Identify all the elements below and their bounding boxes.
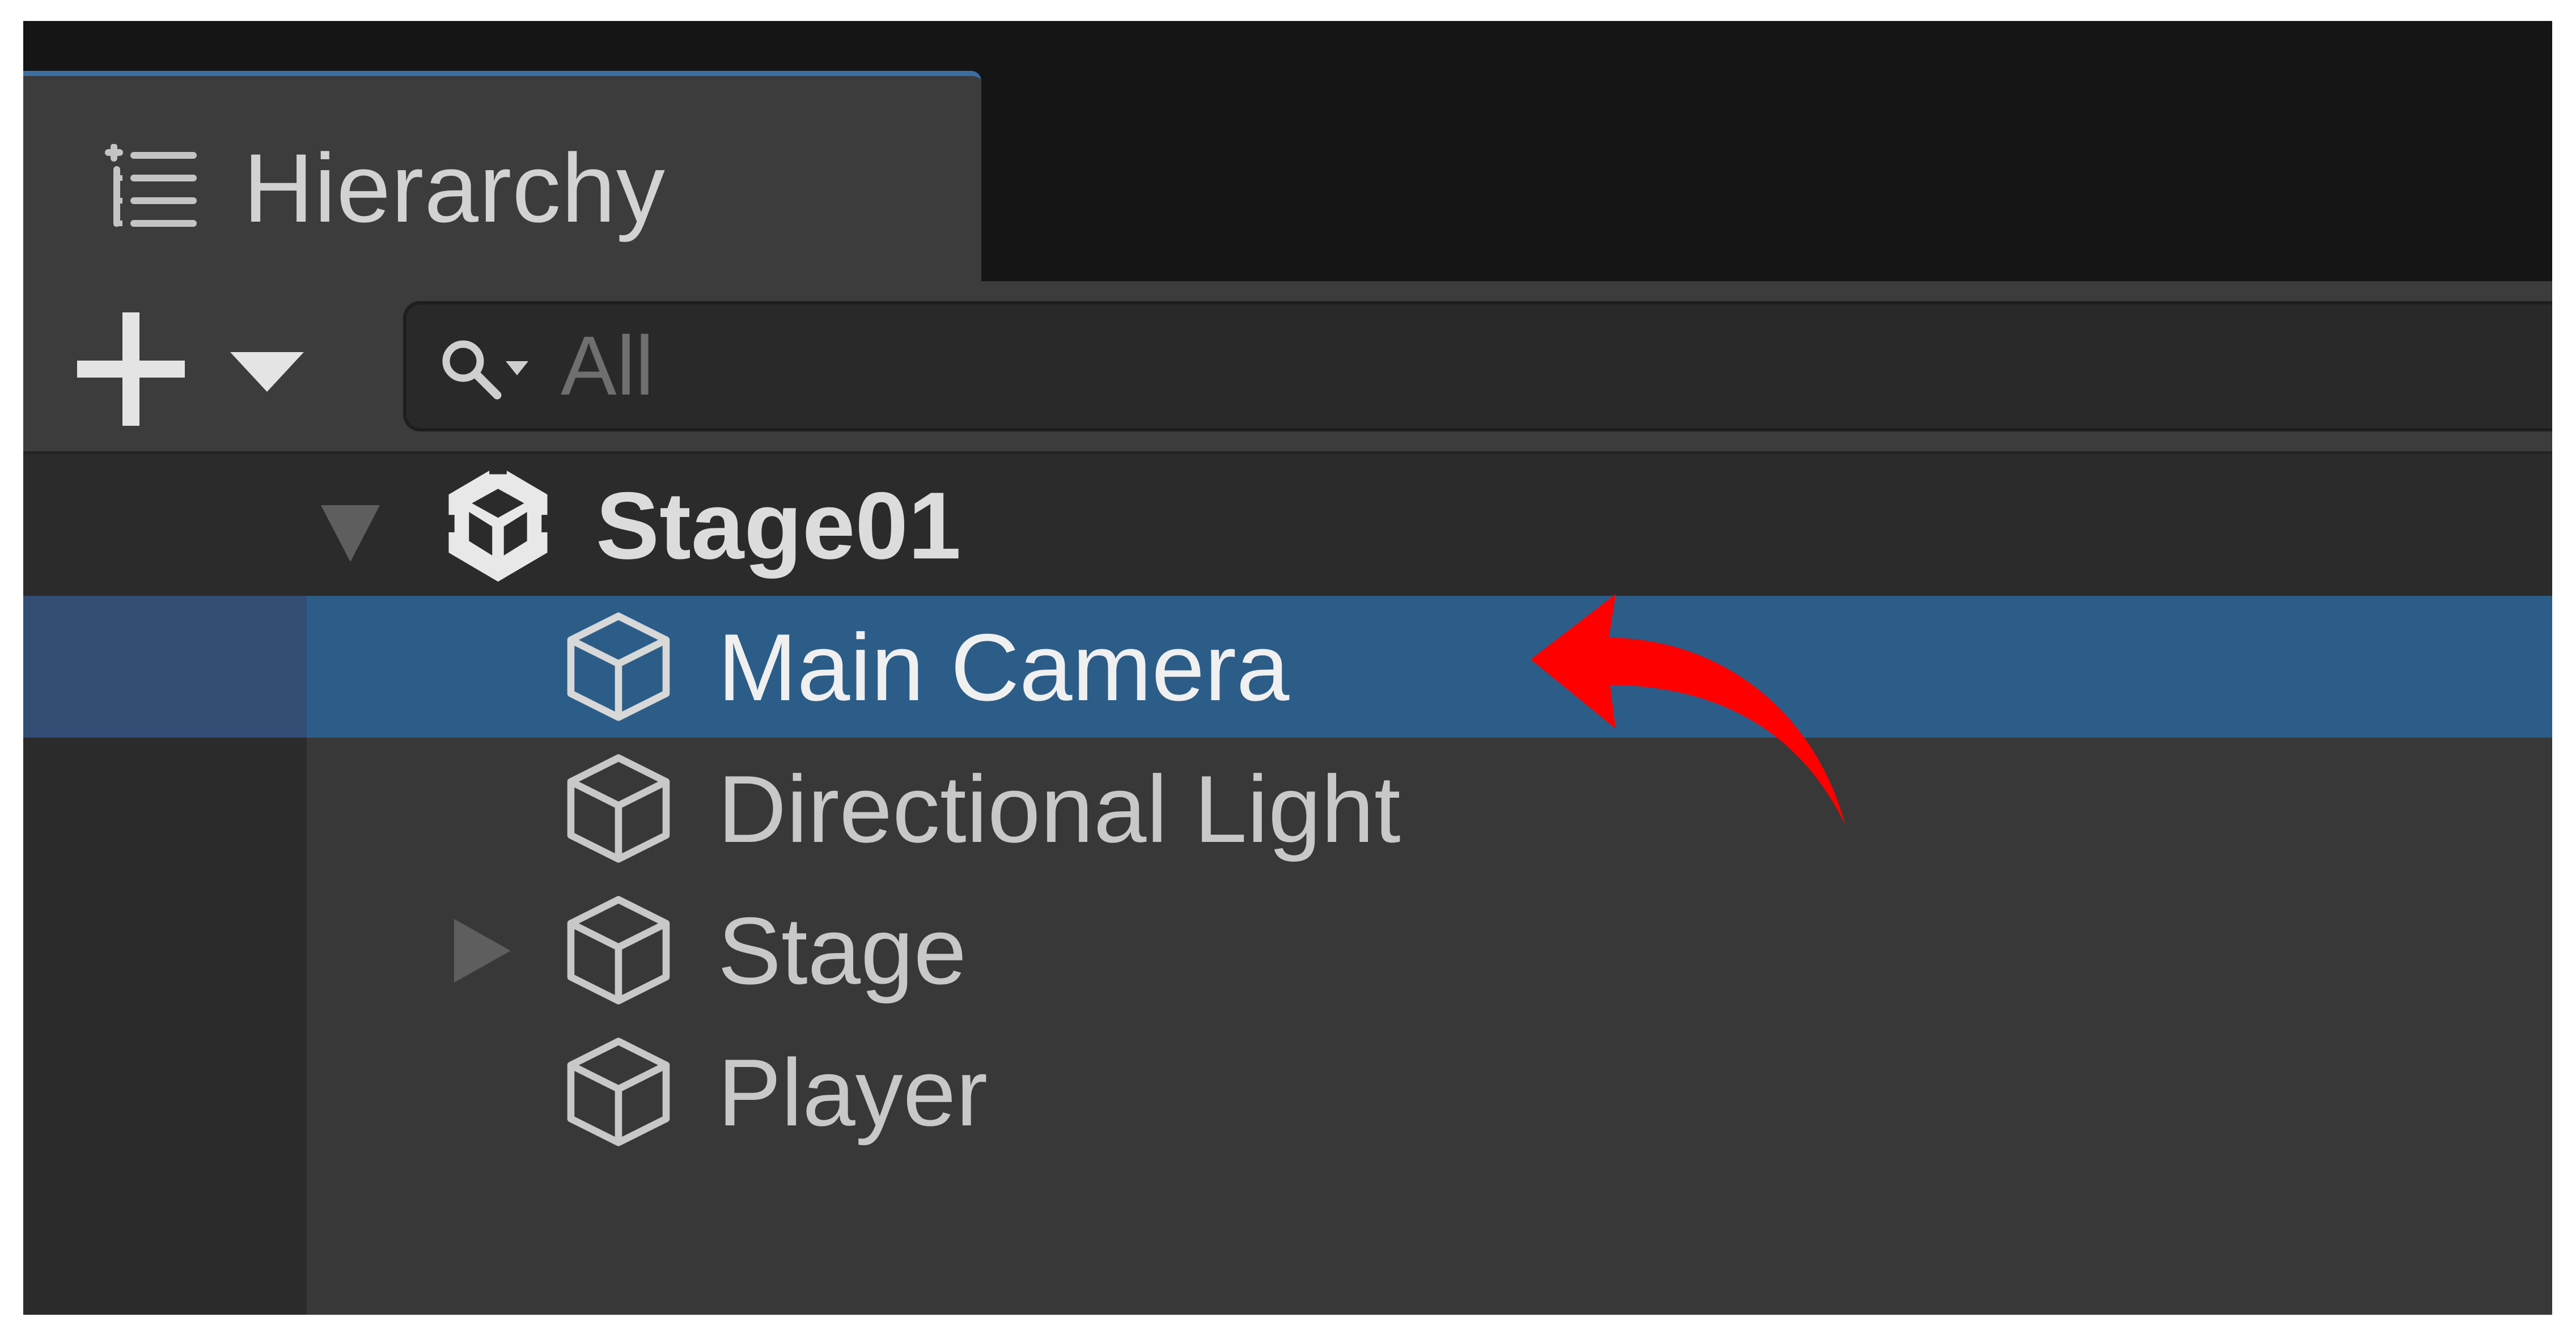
- foldout-collapsed-icon[interactable]: [454, 919, 511, 983]
- list-indent-icon: [105, 144, 197, 227]
- hierarchy-window: Hierarchy All Stage01 Main Camera Direct…: [23, 21, 2552, 1315]
- item-label: Main Camera: [718, 614, 1290, 721]
- item-label: Player: [718, 1039, 988, 1146]
- tab-title: Hierarchy: [243, 134, 666, 243]
- selection-gutter: [23, 596, 307, 738]
- hierarchy-tree: Stage01 Main Camera Directional Light St…: [23, 454, 2552, 1315]
- search-input[interactable]: [560, 315, 2489, 418]
- item-label: Stage: [718, 897, 967, 1004]
- scene-row[interactable]: Stage01: [23, 454, 2552, 596]
- add-object-button[interactable]: [77, 312, 315, 426]
- search-field[interactable]: [403, 301, 2552, 431]
- cube-icon: [567, 1038, 670, 1146]
- cube-icon: [567, 896, 670, 1005]
- hierarchy-item-stage[interactable]: Stage: [23, 879, 2552, 1021]
- hierarchy-item-main-camera[interactable]: Main Camera: [23, 596, 2552, 738]
- foldout-expanded-icon[interactable]: [321, 505, 380, 562]
- plus-icon: [77, 312, 185, 426]
- hierarchy-toolbar: [23, 281, 2552, 454]
- curved-arrow-icon: [1531, 594, 1845, 825]
- search-dropdown-icon[interactable]: [440, 338, 531, 401]
- hierarchy-item-directional-light[interactable]: Directional Light: [23, 738, 2552, 879]
- cube-icon: [567, 612, 670, 721]
- cube-icon: [567, 754, 670, 863]
- scene-label: Stage01: [596, 472, 961, 579]
- item-label: Directional Light: [718, 756, 1401, 862]
- tab-hierarchy[interactable]: Hierarchy: [23, 71, 981, 286]
- hierarchy-item-player[interactable]: Player: [23, 1021, 2552, 1163]
- unity-scene-icon: [440, 463, 556, 582]
- caret-down-icon: [230, 352, 304, 392]
